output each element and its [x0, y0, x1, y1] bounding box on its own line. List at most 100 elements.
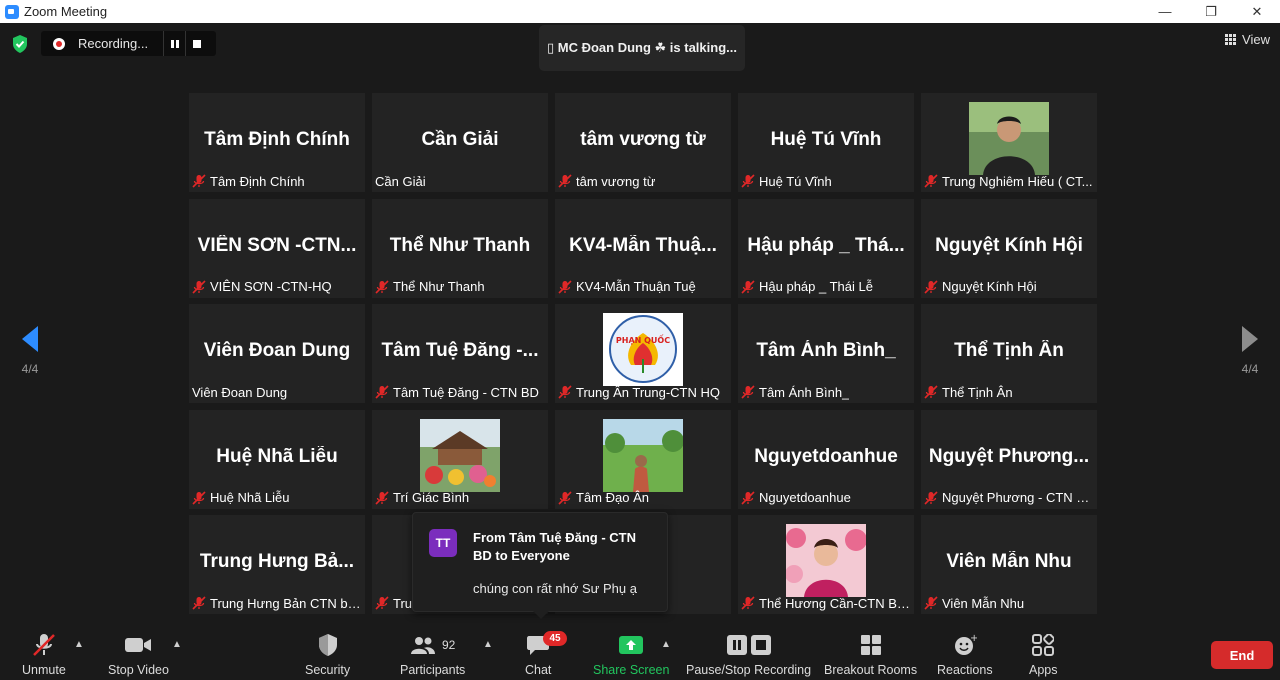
participant-display-name: tâm vương từ: [580, 129, 706, 150]
security-button[interactable]: Security: [305, 633, 350, 679]
breakout-rooms-icon: [860, 633, 882, 657]
participant-name: KV4-Mẫn Thuận Tuệ: [576, 279, 696, 294]
participant-name-label: Thể Tịnh Ân: [924, 383, 1094, 401]
participant-tile[interactable]: Nguyệt Phương... Nguyệt Phương - CTN BD: [921, 409, 1097, 509]
participant-name-label: Thể Hương Cần-CTN Bìn...: [741, 594, 911, 612]
participant-tile[interactable]: Cần Giải Cần Giải: [372, 93, 548, 192]
participant-photo: [420, 418, 500, 492]
participant-name: Trung Hưng Bản CTN bìn...: [210, 595, 362, 611]
recording-label: Recording...: [78, 36, 149, 51]
participant-name: Tru: [393, 595, 413, 611]
muted-mic-icon: [192, 490, 206, 505]
stop-recording-button[interactable]: [185, 31, 207, 56]
participant-tile[interactable]: Nguyệt Kính Hội Nguyệt Kính Hội: [921, 198, 1097, 298]
participant-name-label: Tâm Đạo Ân: [558, 489, 728, 507]
participant-display-name: KV4-Mẫn Thuậ...: [569, 234, 717, 256]
active-speaker-text: ▯ MC Đoan Dung ☘ is talking...: [547, 40, 737, 55]
video-options-chevron-icon[interactable]: ▲: [172, 639, 182, 650]
participant-tile[interactable]: PHẠN QUỐC Trung Ân Trung-CTN HQ: [555, 304, 731, 403]
participant-name-label: Huệ Tú Vĩnh: [741, 172, 911, 190]
participant-name: Nguyetdoanhue: [759, 490, 851, 505]
participant-tile[interactable]: KV4-Mẫn Thuậ... KV4-Mẫn Thuận Tuệ: [555, 198, 731, 298]
reactions-button[interactable]: + Reactions: [937, 633, 993, 679]
participants-options-chevron-icon[interactable]: ▲: [483, 639, 493, 650]
participant-tile[interactable]: Tâm Định Chính Tâm Định Chính: [189, 93, 365, 192]
next-page-button[interactable]: 4/4: [1220, 300, 1280, 400]
share-options-chevron-icon[interactable]: ▲: [661, 639, 671, 650]
participant-tile[interactable]: Tâm Đạo Ân: [555, 409, 731, 509]
participant-tile[interactable]: Hậu pháp _ Thá... Hậu pháp _ Thái Lễ: [738, 198, 914, 298]
muted-mic-icon: [192, 279, 206, 294]
close-button[interactable]: ✕: [1234, 0, 1280, 23]
participant-name-label: Cần Giải: [375, 172, 545, 190]
participant-tile[interactable]: Tâm Ánh Bình_ Tâm Ánh Bình_: [738, 304, 914, 403]
participant-tile[interactable]: Nguyetdoanhue Nguyetdoanhue: [738, 409, 914, 509]
muted-mic-icon: [192, 174, 206, 188]
view-button[interactable]: View: [1225, 32, 1270, 47]
participant-photo: PHẠN QUỐC: [603, 313, 683, 386]
participant-name-label: Thể Như Thanh: [375, 278, 545, 296]
participant-display-name: Viên Mẫn Nhu: [946, 551, 1072, 572]
smiley-reaction-icon: +: [953, 633, 977, 657]
participant-photo: [603, 418, 684, 492]
audio-options-chevron-icon[interactable]: ▲: [74, 639, 84, 650]
zoom-logo-icon: [5, 4, 19, 19]
svg-text:+: +: [970, 633, 977, 644]
participant-tile[interactable]: Trí Giác Bình: [372, 409, 548, 509]
arrow-right-icon: [1242, 326, 1258, 352]
muted-mic-icon: [558, 385, 572, 399]
muted-mic-icon: [558, 174, 572, 188]
participant-name-label: tâm vương từ: [558, 172, 728, 190]
muted-mic-icon: [558, 490, 572, 505]
participant-tile[interactable]: Thể Tịnh Ân Thể Tịnh Ân: [921, 304, 1097, 403]
muted-mic-icon: [924, 596, 938, 610]
encryption-shield-icon[interactable]: [10, 34, 30, 54]
page-indicator-left: 4/4: [21, 362, 39, 376]
participant-photo: [785, 524, 867, 597]
pause-recording-button[interactable]: [163, 31, 185, 56]
participant-tile[interactable]: Trung Hưng Bả... Trung Hưng Bản CTN bìn..…: [189, 515, 365, 614]
breakout-rooms-button[interactable]: Breakout Rooms: [824, 633, 917, 679]
participant-name: Thể Tịnh Ân: [942, 384, 1013, 400]
participant-name: Viên Mẫn Nhu: [942, 595, 1025, 611]
participant-tile[interactable]: Viên Mẫn Nhu Viên Mẫn Nhu: [921, 515, 1097, 614]
stop-video-button[interactable]: Stop Video: [108, 633, 169, 679]
pause-stop-recording-button[interactable]: Pause/Stop Recording: [686, 633, 811, 679]
participant-name-label: Trung Ân Trung-CTN HQ: [558, 383, 728, 401]
participant-display-name: Hậu pháp _ Thá...: [747, 234, 905, 256]
restore-button[interactable]: ❐: [1188, 0, 1234, 23]
share-screen-button[interactable]: Share Screen: [593, 633, 669, 679]
participant-name: Trung Ân Trung-CTN HQ: [576, 384, 721, 400]
participant-name-label: KV4-Mẫn Thuận Tuệ: [558, 278, 728, 296]
participant-tile[interactable]: Huệ Nhã Liễu Huệ Nhã Liễu: [189, 409, 365, 509]
participants-button[interactable]: 92 Participants: [400, 633, 465, 679]
end-meeting-button[interactable]: End: [1211, 641, 1273, 669]
minimize-button[interactable]: —: [1142, 0, 1188, 23]
participants-count: 92: [441, 638, 456, 652]
muted-mic-icon: [924, 385, 938, 399]
participant-name-label: Trung Hưng Bản CTN bìn...: [192, 594, 362, 612]
participant-tile[interactable]: Thể Như Thanh Thể Như Thanh: [372, 198, 548, 298]
chat-notification-popup[interactable]: TT From Tâm Tuệ Đăng - CTN BD to Everyon…: [412, 512, 668, 619]
participant-tile[interactable]: tâm vương từ tâm vương từ: [555, 93, 731, 192]
participant-tile[interactable]: VIÊN SƠN -CTN... VIÊN SƠN -CTN-HQ: [189, 198, 365, 298]
participant-tile[interactable]: Viên Đoan Dung Viên Đoan Dung: [189, 304, 365, 403]
participant-tile[interactable]: Thể Hương Cần-CTN Bìn...: [738, 515, 914, 614]
recording-dot-icon: [53, 37, 65, 50]
muted-mic-icon: [924, 174, 938, 188]
apps-label: Apps: [1029, 663, 1058, 677]
apps-button[interactable]: Apps: [1029, 633, 1058, 679]
participant-name: Huệ Nhã Liễu: [210, 490, 290, 505]
participant-name: Nguyệt Phương - CTN BD: [942, 490, 1094, 505]
unmute-button[interactable]: Unmute: [22, 633, 66, 679]
participant-tile[interactable]: Huệ Tú Vĩnh Huệ Tú Vĩnh: [738, 93, 914, 192]
participant-name: Tâm Đạo Ân: [576, 490, 649, 505]
participant-display-name: Viên Đoan Dung: [203, 340, 351, 361]
participant-tile[interactable]: Trung Nghiêm Hiếu ( CT...: [921, 93, 1097, 192]
previous-page-button[interactable]: 4/4: [0, 300, 60, 400]
participant-tile[interactable]: Tâm Tuệ Đăng -... Tâm Tuệ Đăng - CTN BD: [372, 304, 548, 403]
participant-name-label: Hậu pháp _ Thái Lễ: [741, 278, 911, 296]
participant-name-label: Trung Nghiêm Hiếu ( CT...: [924, 172, 1094, 190]
participant-display-name: Tâm Tuệ Đăng -...: [381, 340, 539, 361]
participant-name: Nguyệt Kính Hội: [942, 279, 1037, 294]
